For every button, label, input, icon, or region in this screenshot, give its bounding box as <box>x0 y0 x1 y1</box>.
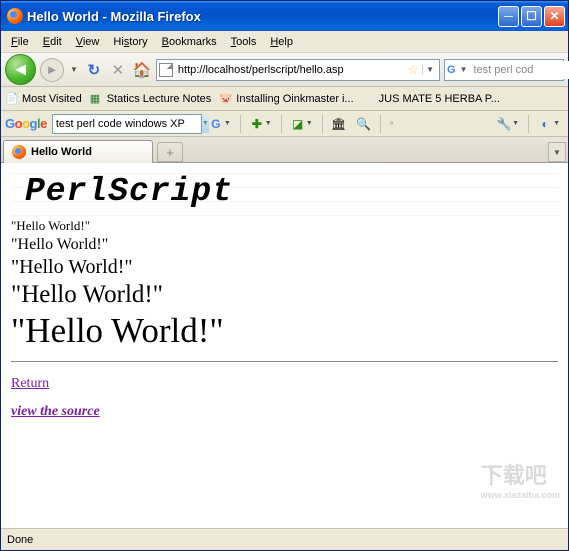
bookmark-most-visited[interactable]: 📄 Most Visited <box>5 92 82 106</box>
firefox-icon <box>7 8 23 24</box>
wrench-icon: 🔧 <box>497 117 511 131</box>
google-toolbar-search[interactable]: ▼ <box>52 114 202 134</box>
google-sidewiki-button[interactable]: 🏛 <box>328 114 350 134</box>
url-dropdown-icon[interactable]: ▼ <box>422 65 437 74</box>
signin-icon: ◐ <box>538 117 552 131</box>
return-link[interactable]: Return <box>11 376 49 391</box>
google-search-button[interactable]: G▼ <box>205 114 235 134</box>
view-source-link[interactable]: view the source <box>11 404 100 419</box>
tab-title: Hello World <box>31 146 92 158</box>
firefox-window: Hello World - Mozilla Firefox ─ ☐ ✕ File… <box>0 0 569 551</box>
building-icon: 🏛 <box>332 117 346 131</box>
nav-history-dropdown[interactable]: ▼ <box>68 65 80 74</box>
pig-icon: 🐷 <box>219 92 233 106</box>
menu-history[interactable]: History <box>107 34 153 50</box>
menu-bar: File Edit View History Bookmarks Tools H… <box>1 31 568 53</box>
hello-world-1: "Hello World!" <box>11 218 558 234</box>
google-logo[interactable]: Google <box>5 116 47 131</box>
page-icon: ▦ <box>90 92 104 106</box>
back-button[interactable]: ◄ <box>5 54 36 85</box>
bookmark-label: Installing Oinkmaster i... <box>236 93 353 105</box>
menu-edit[interactable]: Edit <box>37 34 68 50</box>
close-button[interactable]: ✕ <box>544 6 565 27</box>
bookmark-label: Most Visited <box>22 93 82 105</box>
bookmark-label: JUS MATE 5 HERBA P... <box>379 93 500 105</box>
google-search-icon[interactable]: G <box>447 63 456 77</box>
share-icon: ◪ <box>291 117 305 131</box>
bookmarks-toolbar: 📄 Most Visited ▦ Statics Lecture Notes 🐷… <box>1 87 568 111</box>
bookmark-jusmate[interactable]: JUS MATE 5 HERBA P... <box>362 92 500 106</box>
hello-world-5: "Hello World!" <box>11 311 558 351</box>
menu-file[interactable]: File <box>5 34 35 50</box>
url-input[interactable] <box>176 61 405 79</box>
google-add-button[interactable]: ✚▼ <box>246 114 276 134</box>
forward-button[interactable]: ► <box>40 58 64 82</box>
google-signin-button[interactable]: ◐▼ <box>534 114 564 134</box>
google-share-button[interactable]: ◪▼ <box>287 114 317 134</box>
bookmark-label: Statics Lecture Notes <box>107 93 212 105</box>
maximize-button[interactable]: ☐ <box>521 6 542 27</box>
page-content: PerlScript "Hello World!" "Hello World!"… <box>1 163 568 528</box>
reload-button[interactable]: ↻ <box>84 60 104 80</box>
window-title: Hello World - Mozilla Firefox <box>27 9 498 24</box>
divider <box>11 361 558 362</box>
firefox-tab-icon <box>12 145 26 159</box>
watermark-text: 下载吧 <box>481 463 547 488</box>
home-button[interactable]: 🏠 <box>132 60 152 80</box>
menu-tools[interactable]: Tools <box>225 34 263 50</box>
folder-icon: 📄 <box>5 92 19 106</box>
status-text: Done <box>7 534 33 546</box>
perlscript-banner: PerlScript <box>11 169 558 216</box>
menu-help[interactable]: Help <box>264 34 299 50</box>
nav-toolbar: ◄ ► ▼ ↻ ✕ 🏠 ☆ ▼ G ▼ <box>1 53 568 87</box>
bookmark-oinkmaster[interactable]: 🐷 Installing Oinkmaster i... <box>219 92 353 106</box>
stop-button[interactable]: ✕ <box>108 60 128 80</box>
search-box[interactable]: G ▼ <box>444 59 564 81</box>
google-more-button[interactable]: » <box>386 114 398 134</box>
new-tab-button[interactable]: + <box>157 142 183 162</box>
tab-hello-world[interactable]: Hello World <box>3 140 153 163</box>
magnifier-icon: 🔍 <box>357 117 371 131</box>
page-icon <box>362 92 376 106</box>
tab-list-dropdown[interactable]: ▼ <box>548 142 566 162</box>
tab-bar: Hello World + ▼ <box>1 137 568 163</box>
plus-icon: ✚ <box>250 117 264 131</box>
search-engine-dropdown[interactable]: ▼ <box>458 65 470 74</box>
google-toolbar: Google ▼ G▼ ✚▼ ◪▼ 🏛 🔍 » 🔧▼ ◐▼ <box>1 111 568 137</box>
hello-world-2: "Hello World!" <box>11 236 558 254</box>
google-highlight-button[interactable]: 🔍 <box>353 114 375 134</box>
bookmark-star-icon[interactable]: ☆ <box>407 62 419 78</box>
search-input[interactable] <box>471 61 569 79</box>
menu-view[interactable]: View <box>70 34 106 50</box>
url-bar[interactable]: ☆ ▼ <box>156 59 440 81</box>
page-icon <box>159 63 173 77</box>
title-bar[interactable]: Hello World - Mozilla Firefox ─ ☐ ✕ <box>1 1 568 31</box>
google-settings-button[interactable]: 🔧▼ <box>493 114 523 134</box>
hello-world-3: "Hello World!" <box>11 256 558 279</box>
menu-bookmarks[interactable]: Bookmarks <box>156 34 223 50</box>
google-g-icon: G <box>209 117 223 131</box>
minimize-button[interactable]: ─ <box>498 6 519 27</box>
watermark-url: www.xiazaiba.com <box>481 490 560 500</box>
watermark: 下载吧 www.xiazaiba.com <box>481 458 560 500</box>
google-toolbar-input[interactable] <box>53 118 201 130</box>
bookmark-statics[interactable]: ▦ Statics Lecture Notes <box>90 92 212 106</box>
hello-world-4: "Hello World!" <box>11 281 558 309</box>
status-bar: Done <box>1 528 568 550</box>
